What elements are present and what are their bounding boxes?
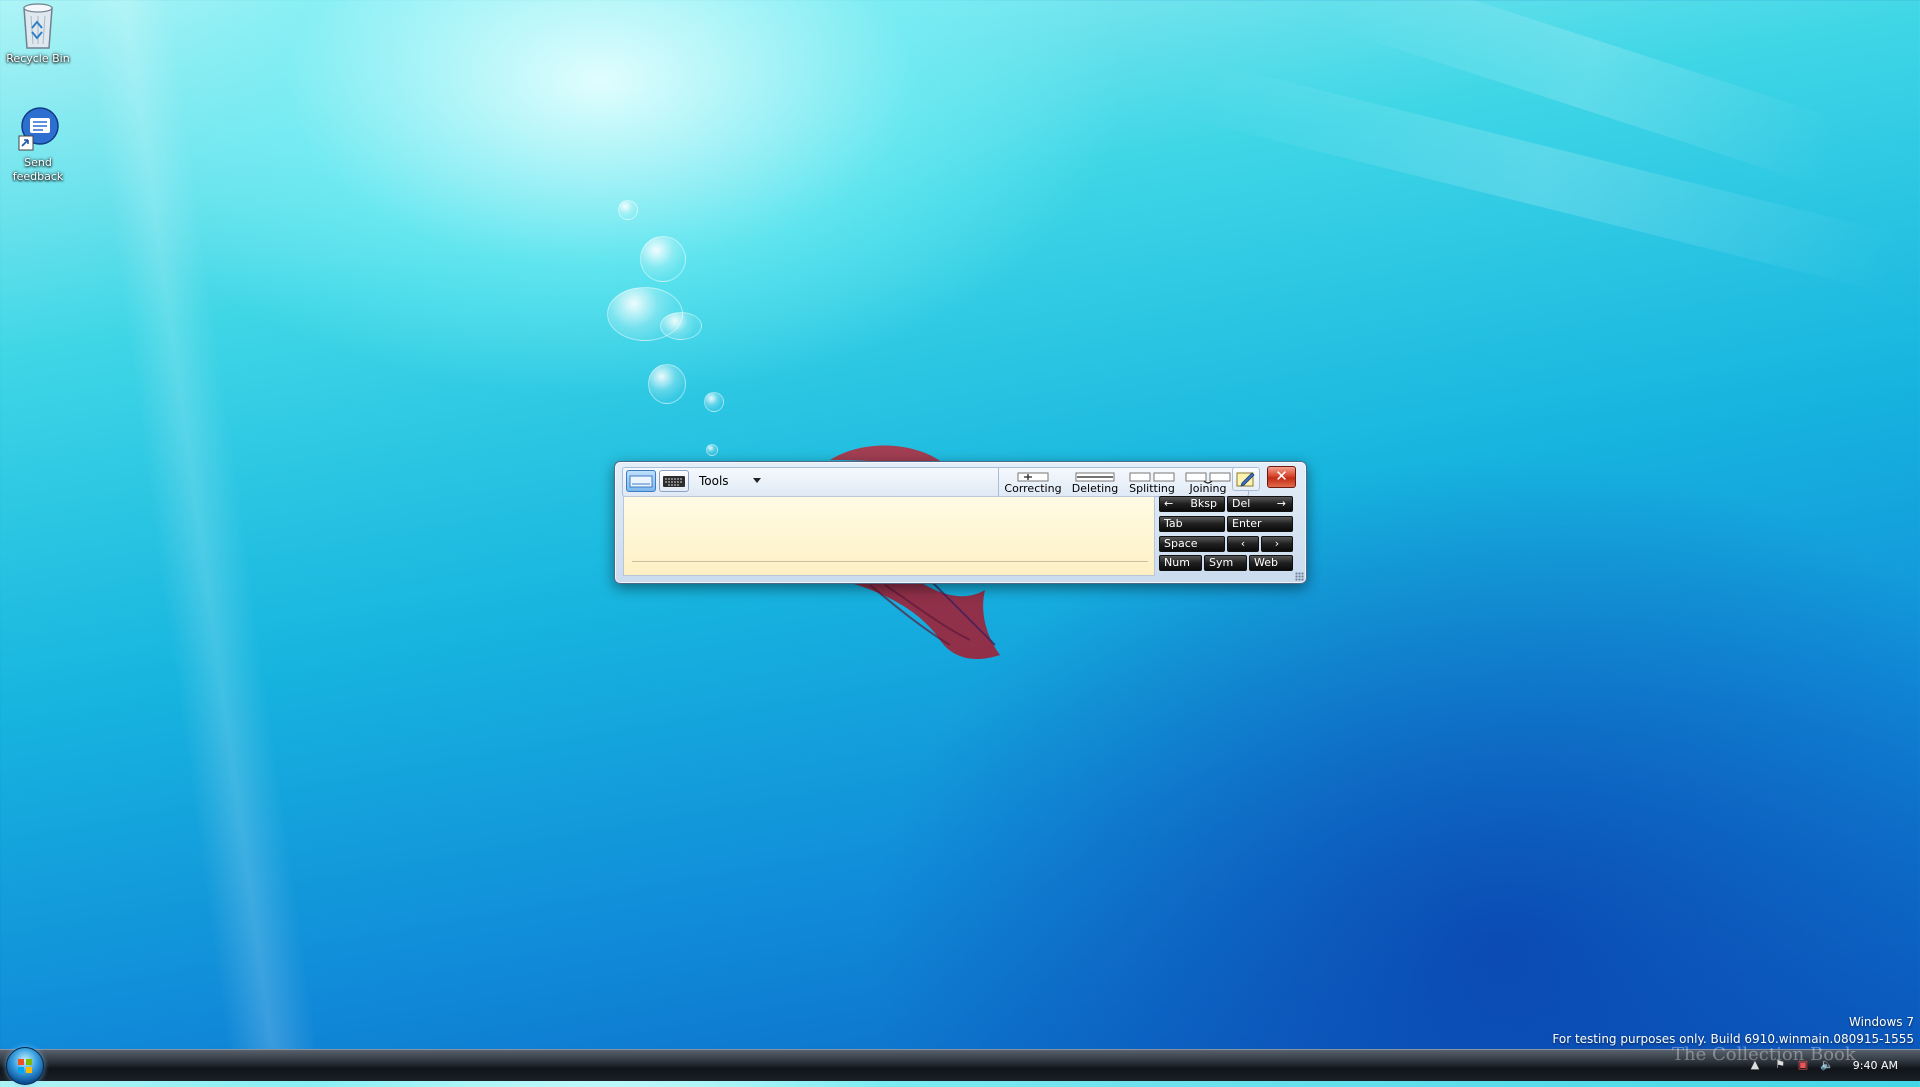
- desktop-icon-recycle-bin[interactable]: Recycle Bin: [0, 2, 76, 66]
- taskbar: ▲ ⚑ ▣ 🔈 9:40 AM: [0, 1047, 1920, 1085]
- wallpaper-bubble: [640, 236, 686, 282]
- pen-options-button[interactable]: [1232, 467, 1260, 491]
- cursor-right-key[interactable]: ›: [1261, 536, 1293, 552]
- sym-key[interactable]: Sym: [1204, 555, 1247, 571]
- correcting-gesture-icon: [1017, 472, 1049, 482]
- gesture-joining[interactable]: Joining: [1181, 468, 1235, 496]
- keyboard-mode-button[interactable]: [659, 470, 689, 492]
- writing-pad[interactable]: [623, 496, 1155, 576]
- splitting-gesture-icon: [1129, 472, 1175, 482]
- watermark-logo: The Collection Book: [1672, 1044, 1856, 1065]
- os-watermark: Windows 7: [1848, 1015, 1914, 1029]
- wallpaper-bubble: [660, 312, 702, 340]
- wallpaper-bubble: [648, 364, 686, 404]
- send-feedback-icon: [18, 107, 59, 151]
- cursor-left-key[interactable]: ‹: [1227, 536, 1259, 552]
- gesture-help-area: Correcting Deleting Splitting Joining: [998, 468, 1247, 496]
- keyboard-icon: [663, 476, 685, 487]
- tab-key[interactable]: Tab: [1159, 516, 1225, 532]
- input-panel-keys: ← Bksp Del → Tab Enter Space ‹ › Num Sym…: [1159, 496, 1296, 575]
- arrow-right-icon: →: [1276, 497, 1286, 510]
- wallpaper-bubble: [704, 392, 724, 412]
- wallpaper-bubble: [706, 444, 718, 456]
- desktop-icon-label: Send feedback: [12, 156, 64, 183]
- tools-menu[interactable]: Tools: [699, 474, 729, 488]
- wallpaper-bubble: [618, 200, 638, 220]
- close-button[interactable]: ✕: [1267, 466, 1296, 488]
- desktop-icon-send-feedback[interactable]: Send feedback: [0, 106, 76, 184]
- chevron-down-icon: [753, 478, 761, 483]
- windows-logo-icon: [18, 1059, 32, 1073]
- recycle-bin-icon: [23, 3, 53, 49]
- del-key[interactable]: Del →: [1227, 496, 1293, 512]
- deleting-gesture-icon: [1075, 472, 1115, 482]
- wallpaper-light-ray: [80, 0, 318, 1050]
- web-key[interactable]: Web: [1249, 555, 1293, 571]
- num-key[interactable]: Num: [1159, 555, 1202, 571]
- input-panel-toolbar: Tools Correcting Deleting Splitting Join…: [622, 467, 1249, 497]
- writing-pad-icon: [629, 475, 653, 488]
- tablet-input-panel[interactable]: Tools Correcting Deleting Splitting Join…: [614, 461, 1307, 584]
- close-icon: ✕: [1275, 467, 1288, 485]
- clock[interactable]: 9:40 AM: [1853, 1059, 1898, 1072]
- resize-grip[interactable]: [1295, 572, 1304, 581]
- enter-key[interactable]: Enter: [1227, 516, 1293, 532]
- start-button[interactable]: [6, 1047, 44, 1085]
- arrow-left-icon: ←: [1164, 497, 1174, 510]
- gesture-correcting[interactable]: Correcting: [1001, 468, 1065, 496]
- gesture-splitting[interactable]: Splitting: [1125, 468, 1179, 496]
- space-key[interactable]: Space: [1159, 536, 1225, 552]
- desktop-icon-label: Recycle Bin: [6, 52, 70, 65]
- gesture-deleting[interactable]: Deleting: [1067, 468, 1123, 496]
- pen-note-icon: [1236, 472, 1255, 487]
- writing-baseline: [632, 561, 1148, 562]
- writing-pad-mode-button[interactable]: [626, 470, 656, 492]
- bksp-key[interactable]: ← Bksp: [1159, 496, 1225, 512]
